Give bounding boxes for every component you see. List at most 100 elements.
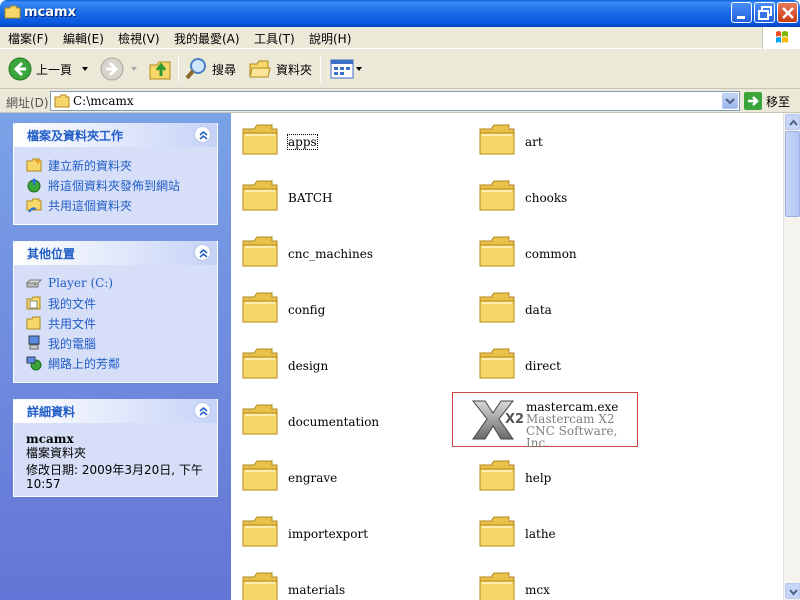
go-label: 移至: [766, 94, 791, 109]
back-label: 上一頁: [36, 62, 73, 77]
task-link: 網路上的芳鄰: [48, 356, 121, 371]
task-link: 將這個資料夾發佈到網站: [48, 178, 181, 193]
exe-info: mastercam.exe Mastercam X2 CNC Software,…: [526, 401, 637, 449]
panel-header[interactable]: 檔案及資料夾工作: [14, 123, 217, 147]
address-value: C:\mcamx: [73, 94, 134, 108]
views-button[interactable]: [330, 54, 364, 84]
folder-label: help: [525, 471, 552, 485]
globe-publish-icon: [27, 178, 41, 193]
place-shared-documents[interactable]: 共用文件: [26, 313, 205, 333]
folder-item[interactable]: documentation: [240, 399, 440, 449]
folder-label: materials: [288, 583, 346, 597]
toolbar: 上一頁 搜尋 資料夾: [0, 49, 800, 89]
title-bar: mcamx: [0, 0, 800, 27]
folder-item[interactable]: BATCH: [240, 175, 440, 225]
folder-icon: [479, 180, 515, 211]
folder-item[interactable]: direct: [477, 343, 677, 393]
place-drive-c[interactable]: Player (C:): [26, 273, 205, 293]
up-folder-icon: [149, 61, 171, 80]
folders-label: 資料夾: [276, 62, 313, 77]
menu-file[interactable]: 檔案(F): [8, 30, 48, 47]
menu-view[interactable]: 檢視(V): [118, 30, 160, 47]
place-network[interactable]: 網路上的芳鄰: [26, 353, 205, 373]
chevron-up-icon: [789, 119, 798, 126]
menu-help[interactable]: 說明(H): [309, 30, 351, 47]
folder-item[interactable]: help: [477, 455, 677, 505]
task-publish-web[interactable]: 將這個資料夾發佈到網站: [26, 175, 205, 195]
close-button[interactable]: [777, 2, 798, 23]
place-my-documents[interactable]: 我的文件: [26, 293, 205, 313]
my-computer-icon: [28, 335, 40, 350]
back-button[interactable]: 上一頁: [8, 54, 92, 84]
folder-item[interactable]: cnc_machines: [240, 231, 440, 281]
file-folder-tasks-panel: 檔案及資料夾工作 建立新的資料夾 將這個資料夾發佈到網站 共用這個資料夾: [13, 123, 218, 225]
address-label: 網址(D): [6, 96, 49, 110]
toolbar-separator: [320, 56, 321, 82]
menu-tools[interactable]: 工具(T): [254, 30, 295, 47]
exe-company: CNC Software, Inc.: [526, 424, 618, 450]
panel-title: 詳細資料: [27, 405, 76, 419]
up-folder-button[interactable]: [148, 54, 174, 84]
scroll-down-button[interactable]: [785, 583, 800, 599]
folder-label: apps: [287, 134, 318, 150]
forward-dropdown-icon[interactable]: [128, 64, 140, 74]
folder-item[interactable]: data: [477, 287, 677, 337]
folder-item[interactable]: art: [477, 119, 677, 169]
folder-item[interactable]: mcx: [477, 567, 677, 600]
window-title: mcamx: [24, 5, 76, 20]
collapse-chevron-icon[interactable]: [194, 126, 211, 143]
views-dropdown-icon[interactable]: [354, 64, 364, 74]
scroll-thumb[interactable]: [785, 131, 800, 217]
search-button[interactable]: 搜尋: [184, 54, 236, 84]
folder-item[interactable]: lathe: [477, 511, 677, 561]
details-name: mcamx: [26, 432, 74, 446]
menu-edit[interactable]: 編輯(E): [63, 30, 104, 47]
folder-label: art: [525, 135, 543, 149]
task-new-folder[interactable]: 建立新的資料夾: [26, 155, 205, 175]
folder-icon: [242, 404, 278, 435]
folder-icon: [479, 236, 515, 267]
minimize-button[interactable]: [731, 2, 752, 23]
mastercam-x2-icon: X2: [471, 400, 524, 440]
folder-label: direct: [525, 359, 561, 373]
back-dropdown-icon[interactable]: [78, 64, 92, 74]
chevron-down-icon: [789, 589, 798, 596]
task-share-folder[interactable]: 共用這個資料夾: [26, 195, 205, 215]
folder-item[interactable]: apps: [240, 119, 440, 169]
folder-label: engrave: [288, 471, 338, 485]
details-modified: 修改日期: 2009年3月20日, 下午 10:57: [26, 463, 203, 491]
folder-item[interactable]: engrave: [240, 455, 440, 505]
panel-header[interactable]: 詳細資料: [14, 399, 217, 423]
place-my-computer[interactable]: 我的電腦: [26, 333, 205, 353]
folder-item[interactable]: config: [240, 287, 440, 337]
folders-button[interactable]: 資料夾: [248, 54, 312, 84]
folder-label: chooks: [525, 191, 568, 205]
task-link: 建立新的資料夾: [48, 158, 133, 173]
folder-item[interactable]: importexport: [240, 511, 440, 561]
task-link: 我的文件: [48, 296, 97, 311]
go-button[interactable]: 移至: [744, 92, 790, 110]
mastercam-exe-item[interactable]: X2 mastercam.exe Mastercam X2 CNC Softwa…: [452, 392, 638, 449]
chevron-down-icon: [725, 98, 735, 105]
vertical-scrollbar[interactable]: [783, 113, 800, 600]
address-input[interactable]: C:\mcamx: [50, 91, 740, 111]
network-places-icon: [26, 356, 42, 371]
task-link: 共用文件: [48, 316, 97, 331]
collapse-chevron-icon[interactable]: [194, 244, 211, 261]
folder-item[interactable]: chooks: [477, 175, 677, 225]
scroll-up-button[interactable]: [785, 114, 800, 130]
collapse-chevron-icon[interactable]: [194, 402, 211, 419]
folder-item[interactable]: materials: [240, 567, 440, 600]
task-link: Player (C:): [48, 276, 114, 290]
folder-icon: [479, 292, 515, 323]
forward-button[interactable]: [100, 54, 140, 84]
panel-header[interactable]: 其他位置: [14, 241, 217, 265]
folder-icon: [242, 460, 278, 491]
menu-favorites[interactable]: 我的最愛(A): [174, 30, 240, 47]
restore-button[interactable]: [754, 2, 775, 23]
address-dropdown-button[interactable]: [722, 93, 738, 109]
folder-item[interactable]: design: [240, 343, 440, 393]
folder-icon: [242, 348, 278, 379]
other-places-panel: 其他位置 Player (C:) 我的文件 共用文件 我的電腦 網路上的芳鄰: [13, 241, 218, 383]
folder-item[interactable]: common: [477, 231, 677, 281]
